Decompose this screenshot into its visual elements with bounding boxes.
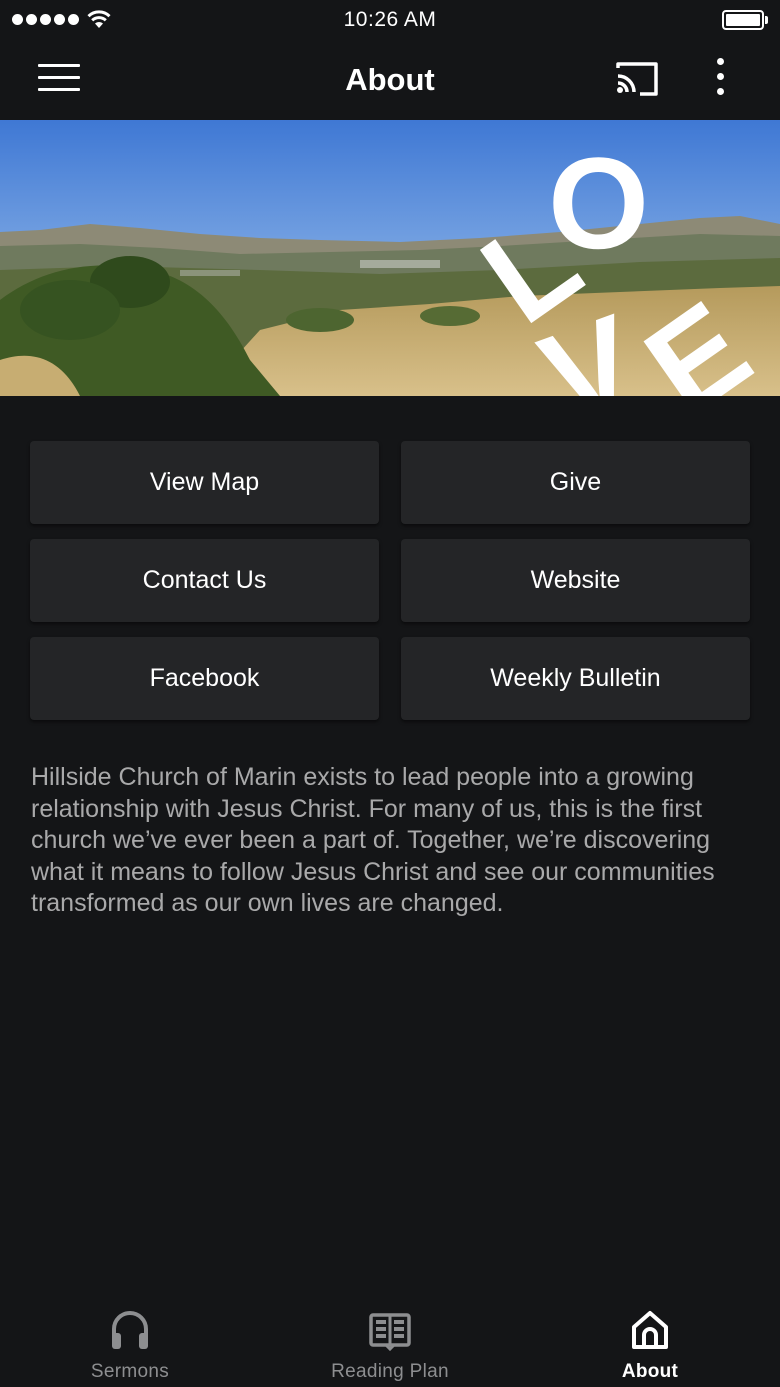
tab-sermons-label: Sermons: [90, 1361, 170, 1382]
battery-icon: [722, 10, 768, 30]
website-button[interactable]: Website: [401, 539, 750, 622]
weekly-bulletin-button[interactable]: Weekly Bulletin: [401, 637, 750, 720]
app-bar: About: [0, 40, 780, 120]
tab-reading-plan[interactable]: Reading Plan: [260, 1295, 520, 1387]
tab-about[interactable]: About: [520, 1295, 780, 1387]
page-title: About: [345, 62, 435, 97]
view-map-button[interactable]: View Map: [30, 441, 379, 524]
church-description: Hillside Church of Marin exists to lead …: [31, 763, 715, 917]
book-icon: [260, 1309, 520, 1351]
bottom-tab-bar: Sermons Reading Plan About: [0, 1295, 780, 1387]
hero-banner-image: L O V E: [0, 120, 780, 396]
contact-us-button[interactable]: Contact Us: [30, 539, 379, 622]
home-icon: [520, 1309, 780, 1351]
facebook-button[interactable]: Facebook: [30, 637, 379, 720]
hero-letter-o: O: [548, 130, 649, 276]
give-button[interactable]: Give: [401, 441, 750, 524]
tab-sermons[interactable]: Sermons: [0, 1295, 260, 1387]
headphones-icon: [0, 1309, 260, 1351]
tab-about-label: About: [621, 1361, 679, 1382]
status-bar: 10:26 AM: [0, 0, 780, 40]
cast-icon[interactable]: [612, 58, 662, 102]
status-time: 10:26 AM: [343, 8, 437, 31]
more-options-icon[interactable]: [704, 58, 736, 102]
tab-reading-plan-label: Reading Plan: [331, 1361, 449, 1382]
